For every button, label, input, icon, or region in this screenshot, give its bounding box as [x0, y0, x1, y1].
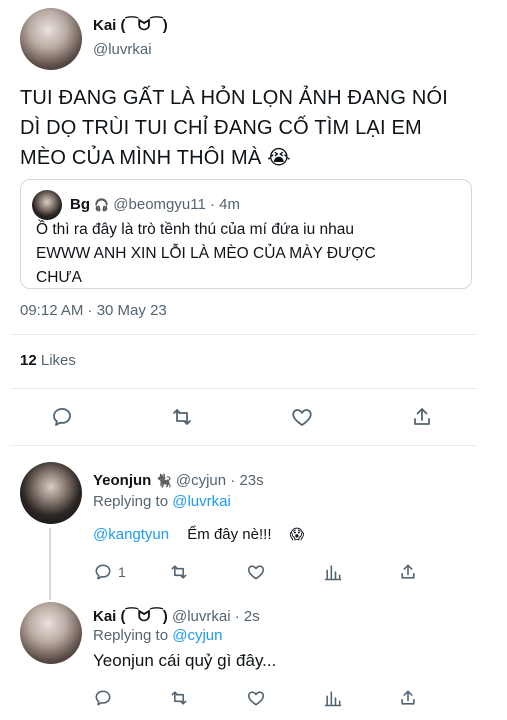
replying-to-label: Replying to [93, 493, 169, 510]
quoted-time[interactable]: 4m [219, 196, 240, 213]
reply-header: Yeonjun 🐈‍⬛ @cyjun · 23s [93, 472, 264, 489]
tweet-timestamp[interactable]: 09:12 AM · 30 May 23 [20, 302, 167, 319]
reply-header: Kai (⁀ᗢ⁀) @luvrkai · 2s [93, 607, 260, 625]
tweet-text-line: DÌ DỌ TRÙI TUI CHỈ ĐANG CỐ TÌM LẠI EM [20, 117, 422, 139]
retweet-icon[interactable] [169, 405, 195, 429]
black-cat-icon: 🐈‍⬛ [155, 473, 172, 488]
quoted-display-name[interactable]: Bg [70, 196, 90, 213]
reply-mention[interactable]: @kangtyun [93, 526, 169, 543]
reply-avatar[interactable] [20, 602, 82, 664]
replying-to-label: Replying to [93, 627, 169, 644]
share-icon[interactable] [410, 405, 434, 429]
avatar[interactable] [20, 8, 82, 70]
replying-to-mention[interactable]: @cyjun [172, 627, 222, 644]
tweet-text: TUI ĐANG GẤT LÀ HỎN LỌN ẢNH ĐANG NÓI DÌ … [20, 83, 448, 173]
reply-time[interactable]: 2s [244, 608, 260, 625]
reply-icon[interactable] [93, 688, 113, 708]
divider [10, 388, 477, 389]
analytics-icon[interactable] [323, 688, 343, 708]
separator-dot: · [209, 196, 215, 213]
display-name[interactable]: Kai (⁀ᗢ⁀) [93, 16, 168, 34]
retweet-icon[interactable] [168, 688, 190, 708]
reply-count: 1 [118, 564, 126, 580]
reply-time[interactable]: 23s [239, 472, 263, 489]
headphone-icon: 🎧 [94, 198, 110, 212]
reply-display-name[interactable]: Yeonjun [93, 472, 151, 489]
quoted-text-line: EWWW ANH XIN LỖI LÀ MÈO CỦA MÀY ĐƯỢC [36, 245, 376, 262]
quoted-header: Bg 🎧 @beomgyu11 · 4m [70, 196, 240, 213]
like-icon[interactable] [246, 562, 266, 582]
replying-to-mention[interactable]: @luvrkai [172, 493, 231, 510]
quoted-text: Ồ thì ra đây là trò tềnh thú của mí đứa … [36, 218, 376, 290]
reply-display-name[interactable]: Kai (⁀ᗢ⁀) [93, 608, 168, 625]
tweet-text-line: MÈO CỦA MÌNH THÔI MÀ 😭 [20, 147, 291, 169]
user-handle[interactable]: @luvrkai [93, 41, 152, 58]
scream-emoji: 😱 [289, 526, 305, 542]
reply-icon[interactable] [93, 562, 113, 582]
quoted-text-line: Ồ thì ra đây là trò tềnh thú của mí đứa … [36, 221, 354, 238]
share-icon[interactable] [398, 688, 418, 708]
likes-count: 12 [20, 352, 37, 369]
reply-handle[interactable]: @luvrkai [172, 608, 231, 625]
replying-to: Replying to @luvrkai [93, 493, 231, 510]
retweet-icon[interactable] [168, 562, 190, 582]
tweet-text-line: TUI ĐANG GẤT LÀ HỎN LỌN ẢNH ĐANG NÓI [20, 87, 449, 109]
quoted-avatar[interactable] [32, 190, 62, 220]
divider [10, 445, 477, 446]
analytics-icon[interactable] [323, 562, 343, 582]
replying-to: Replying to @cyjun [93, 627, 222, 644]
divider [10, 334, 477, 335]
thread-line [49, 528, 51, 600]
quoted-text-line: CHƯA [36, 269, 82, 286]
reply-text-body: Ểm đây nè!!! [187, 526, 272, 543]
reply-text: @kangtyun Ểm đây nè!!! 😱 [93, 526, 304, 543]
like-icon[interactable] [290, 405, 314, 429]
like-icon[interactable] [246, 688, 266, 708]
reply-handle[interactable]: @cyjun [176, 472, 226, 489]
likes-row[interactable]: 12 Likes [20, 352, 76, 369]
reply-text: Yeonjun cái quỷ gì đây... [93, 651, 277, 670]
reply-avatar[interactable] [20, 462, 82, 524]
reply-icon[interactable] [50, 405, 74, 429]
separator-dot: · [234, 608, 240, 625]
separator-dot: · [230, 472, 236, 489]
quoted-handle[interactable]: @beomgyu11 [113, 196, 206, 213]
likes-label: Likes [40, 352, 76, 369]
share-icon[interactable] [398, 562, 418, 582]
